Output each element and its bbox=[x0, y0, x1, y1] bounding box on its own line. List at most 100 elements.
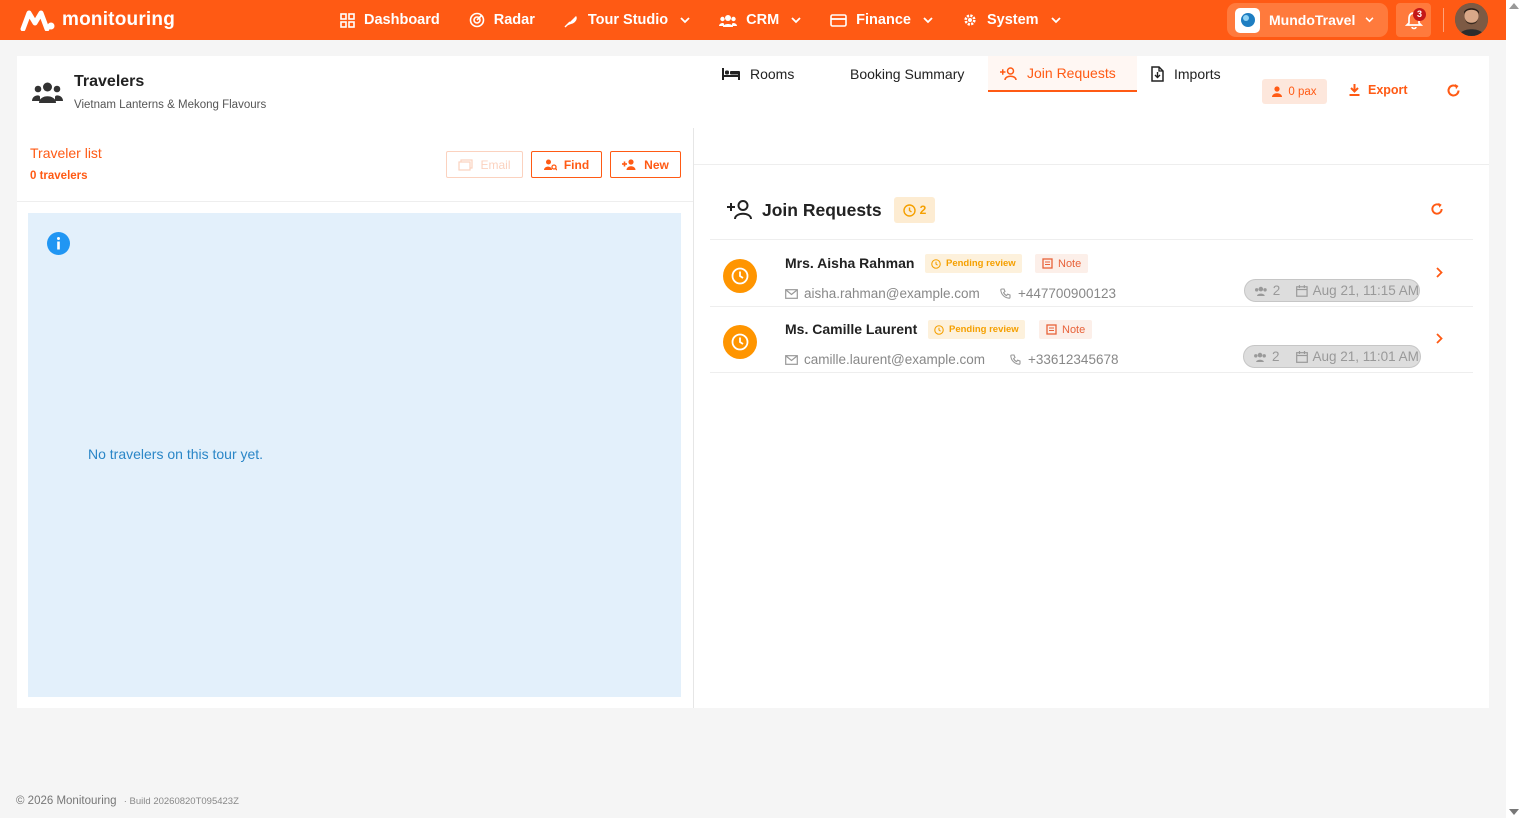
chevron-down-icon bbox=[1050, 16, 1061, 23]
requester-phone: +33612345678 bbox=[1010, 352, 1118, 367]
page-title: Travelers bbox=[74, 73, 145, 90]
workspace-name: MundoTravel bbox=[1269, 12, 1356, 28]
add-person-icon bbox=[622, 159, 636, 170]
note-icon bbox=[1046, 324, 1057, 335]
tab-booking-summary[interactable]: Booking Summary bbox=[850, 56, 980, 92]
mail-icon bbox=[785, 288, 798, 299]
people-icon bbox=[32, 82, 63, 103]
pending-status-icon bbox=[723, 325, 757, 359]
join-request-row[interactable]: Ms. Camille Laurent Pending review Note … bbox=[710, 307, 1473, 373]
copyright-text: © 2026 Monitouring bbox=[16, 795, 117, 807]
export-label: Export bbox=[1368, 83, 1408, 97]
status-label: Pending review bbox=[949, 324, 1019, 335]
top-navbar: monitouring Dashboard Radar Tour Studio … bbox=[0, 0, 1506, 40]
email-value: camille.laurent@example.com bbox=[804, 352, 986, 367]
request-meta-pill: 2 Aug 21, 11:01 AM bbox=[1243, 345, 1421, 368]
brand-logo[interactable]: monitouring bbox=[20, 9, 175, 31]
add-user-icon bbox=[727, 200, 752, 219]
chevron-down-icon bbox=[791, 16, 801, 23]
page-footer: © 2026 Monitouring · Build 20260820T0954… bbox=[16, 795, 239, 807]
file-import-icon bbox=[1151, 66, 1164, 82]
request-date: Aug 21, 11:01 AM bbox=[1312, 349, 1419, 364]
phone-icon bbox=[1010, 354, 1021, 365]
nav-crm[interactable]: CRM bbox=[719, 12, 801, 28]
nav-radar-label: Radar bbox=[493, 12, 535, 28]
traveler-list-title: Traveler list bbox=[30, 145, 102, 161]
feather-icon bbox=[564, 15, 577, 27]
tab-imports[interactable]: Imports bbox=[1151, 56, 1251, 92]
clock-icon bbox=[934, 324, 944, 335]
tab-join-requests[interactable]: Join Requests bbox=[988, 56, 1137, 92]
nav-finance-label: Finance bbox=[856, 12, 911, 28]
email-button[interactable]: Email bbox=[446, 151, 523, 178]
monitouring-logo-icon bbox=[20, 10, 55, 31]
tab-rooms[interactable]: Rooms bbox=[722, 56, 822, 92]
join-requests-panel: Join Requests 2 Mrs. Aisha Rahman Pendin… bbox=[710, 181, 1473, 381]
phone-value: +33612345678 bbox=[1028, 352, 1119, 367]
join-requests-count: 2 bbox=[919, 203, 927, 217]
nav-radar[interactable]: Radar bbox=[469, 12, 535, 28]
add-user-icon bbox=[1000, 66, 1017, 80]
scroll-down-arrow-icon[interactable] bbox=[1509, 809, 1519, 815]
requester-phone: +447700900123 bbox=[1000, 286, 1116, 301]
requester-email: aisha.rahman@example.com bbox=[785, 286, 980, 301]
travelers-card: Travelers Vietnam Lanterns & Mekong Flav… bbox=[17, 56, 1489, 708]
brand-name: monitouring bbox=[62, 9, 176, 30]
requester-email: camille.laurent@example.com bbox=[785, 352, 985, 367]
chevron-down-icon bbox=[680, 16, 690, 23]
notifications-button[interactable]: 3 bbox=[1396, 3, 1431, 37]
pax-value: 2 bbox=[1272, 283, 1281, 298]
join-request-row[interactable]: Mrs. Aisha Rahman Pending review Note ai… bbox=[710, 241, 1473, 307]
empty-state-message: No travelers on this tour yet. bbox=[88, 446, 264, 462]
tab-join-requests-label: Join Requests bbox=[1027, 65, 1116, 81]
tab-rooms-label: Rooms bbox=[750, 66, 795, 82]
nav-system[interactable]: System bbox=[962, 12, 1061, 28]
note-button[interactable]: Note bbox=[1035, 254, 1089, 273]
join-requests-header: Join Requests 2 bbox=[710, 181, 1473, 240]
workspace-switcher[interactable]: MundoTravel bbox=[1227, 3, 1388, 37]
page-scrollbar[interactable] bbox=[1506, 0, 1521, 818]
grid-icon bbox=[340, 12, 355, 28]
empty-state-box: No travelers on this tour yet. bbox=[28, 213, 681, 697]
new-traveler-button[interactable]: New bbox=[610, 151, 681, 178]
chevron-down-icon bbox=[1365, 17, 1374, 23]
workspace-logo-icon bbox=[1235, 7, 1260, 33]
user-avatar[interactable] bbox=[1455, 3, 1488, 36]
nav-dashboard[interactable]: Dashboard bbox=[340, 12, 440, 28]
export-button[interactable]: Export bbox=[1349, 83, 1408, 97]
nav-crm-label: CRM bbox=[746, 12, 780, 28]
scroll-up-arrow-icon[interactable] bbox=[1509, 3, 1519, 9]
refresh-icon[interactable] bbox=[1430, 202, 1444, 216]
tabs-separator bbox=[694, 164, 1489, 165]
tour-name: Vietnam Lanterns & Mekong Flavours bbox=[74, 99, 267, 111]
pax-count-button[interactable]: 0 pax bbox=[1262, 79, 1327, 104]
nav-tour-studio[interactable]: Tour Studio bbox=[564, 12, 690, 28]
new-button-label: New bbox=[644, 157, 669, 172]
chevron-down-icon bbox=[923, 16, 933, 23]
group-icon bbox=[1254, 286, 1267, 296]
status-badge: Pending review bbox=[928, 320, 1025, 339]
chevron-right-icon[interactable] bbox=[1436, 333, 1443, 344]
find-button[interactable]: Find bbox=[531, 151, 602, 178]
join-requests-title: Join Requests bbox=[762, 200, 882, 220]
card-icon bbox=[830, 13, 847, 27]
requester-name: Ms. Camille Laurent bbox=[785, 321, 918, 337]
radar-icon bbox=[469, 12, 485, 28]
info-icon bbox=[47, 232, 70, 255]
pax-count-label: 0 pax bbox=[1288, 85, 1317, 98]
chevron-right-icon[interactable] bbox=[1436, 267, 1443, 278]
status-label: Pending review bbox=[946, 258, 1016, 269]
gear-icon bbox=[964, 14, 976, 26]
traveler-count: 0 travelers bbox=[30, 170, 88, 182]
person-search-icon bbox=[543, 159, 557, 170]
main-nav: Dashboard Radar Tour Studio CRM Finance … bbox=[340, 0, 1090, 40]
refresh-icon[interactable] bbox=[1446, 83, 1461, 98]
request-meta-pill: 2 Aug 21, 11:15 AM bbox=[1244, 279, 1420, 302]
user-photo-icon bbox=[1455, 3, 1488, 36]
join-requests-count-badge: 2 bbox=[894, 197, 935, 223]
status-badge: Pending review bbox=[925, 254, 1022, 273]
nav-finance[interactable]: Finance bbox=[830, 12, 933, 28]
download-icon bbox=[1349, 84, 1360, 96]
users-icon bbox=[719, 14, 738, 27]
note-button[interactable]: Note bbox=[1039, 320, 1093, 339]
